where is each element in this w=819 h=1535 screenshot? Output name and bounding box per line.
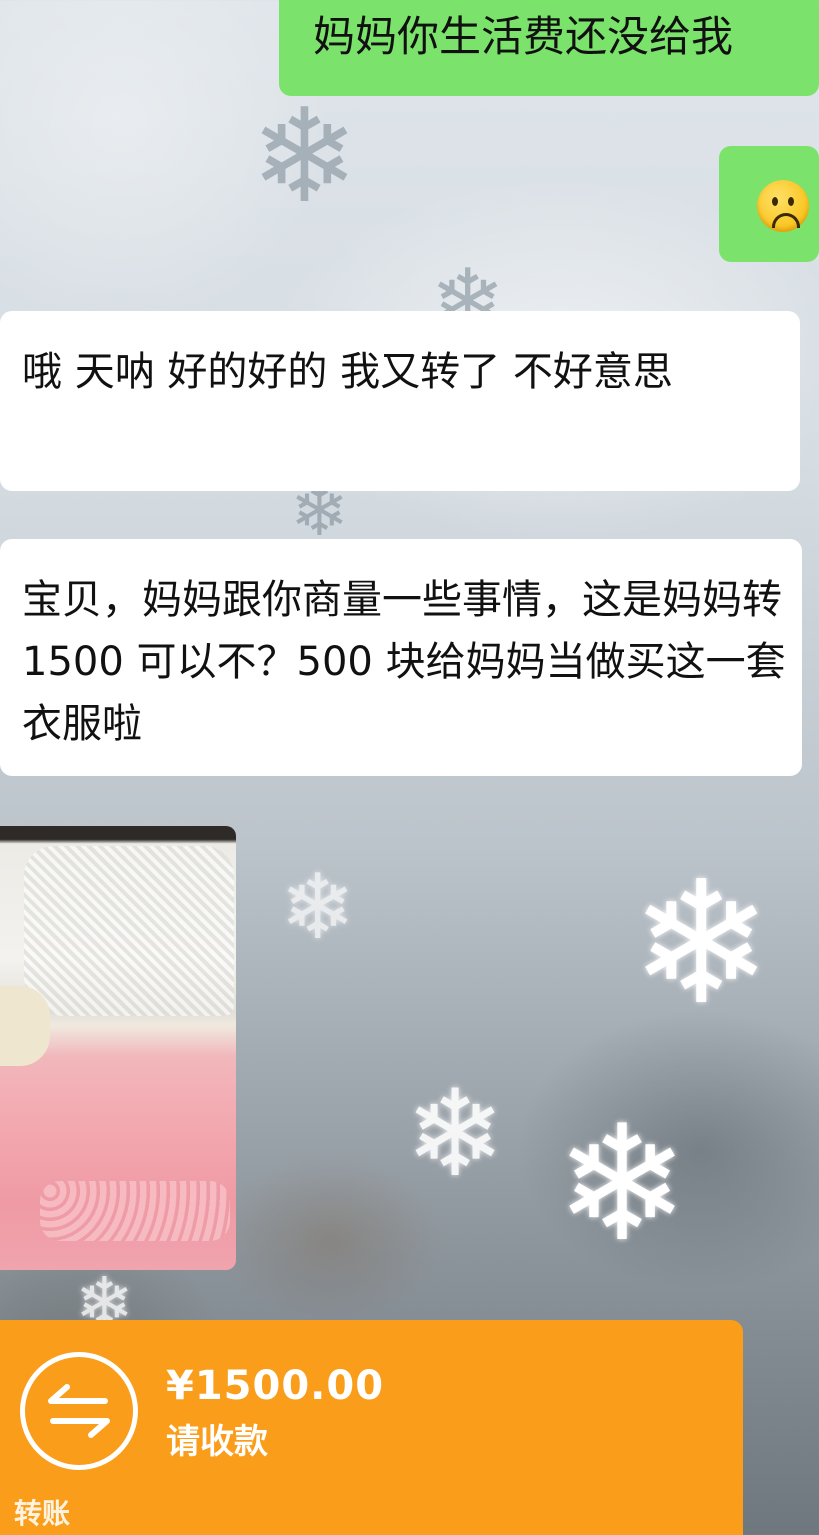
- received-message-bubble[interactable]: 哦 天呐 好的好的 我又转了 不好意思: [0, 311, 800, 491]
- pink-ruffle-image-region: [40, 1181, 230, 1241]
- message-text: 宝贝，妈妈跟你商量一些事情，这是妈妈转 1500 可以不？500 块给妈妈当做买…: [22, 577, 786, 747]
- clothing-photo-message[interactable]: [0, 826, 236, 1270]
- sent-message-bubble[interactable]: 妈妈你生活费还没给我: [279, 0, 819, 96]
- transfer-amount: ¥1500.00: [166, 1363, 385, 1409]
- snowflake-decoration: ❄: [630, 845, 773, 1043]
- cream-fabric-image-region: [0, 986, 50, 1066]
- snowflake-decoration: ❄: [280, 855, 356, 960]
- transfer-card[interactable]: ¥1500.00 请收款 转账: [0, 1320, 743, 1535]
- message-text: 妈妈你生活费还没给我: [313, 12, 734, 61]
- sad-face-icon: [757, 180, 809, 232]
- white-blouse-image-region: [24, 846, 234, 1016]
- snowflake-decoration: ❄: [555, 1090, 690, 1277]
- received-message-bubble[interactable]: 宝贝，妈妈跟你商量一些事情，这是妈妈转 1500 可以不？500 块给妈妈当做买…: [0, 539, 802, 776]
- transfer-label: 转账: [14, 1497, 71, 1530]
- sent-emoji-bubble[interactable]: [719, 146, 819, 262]
- snowflake-decoration: ❄: [405, 1065, 506, 1204]
- snowflake-decoration: ❄: [250, 80, 359, 232]
- transfer-arrows-icon: [20, 1352, 138, 1470]
- transfer-status: 请收款: [166, 1422, 268, 1462]
- message-text: 哦 天呐 好的好的 我又转了 不好意思: [22, 349, 673, 395]
